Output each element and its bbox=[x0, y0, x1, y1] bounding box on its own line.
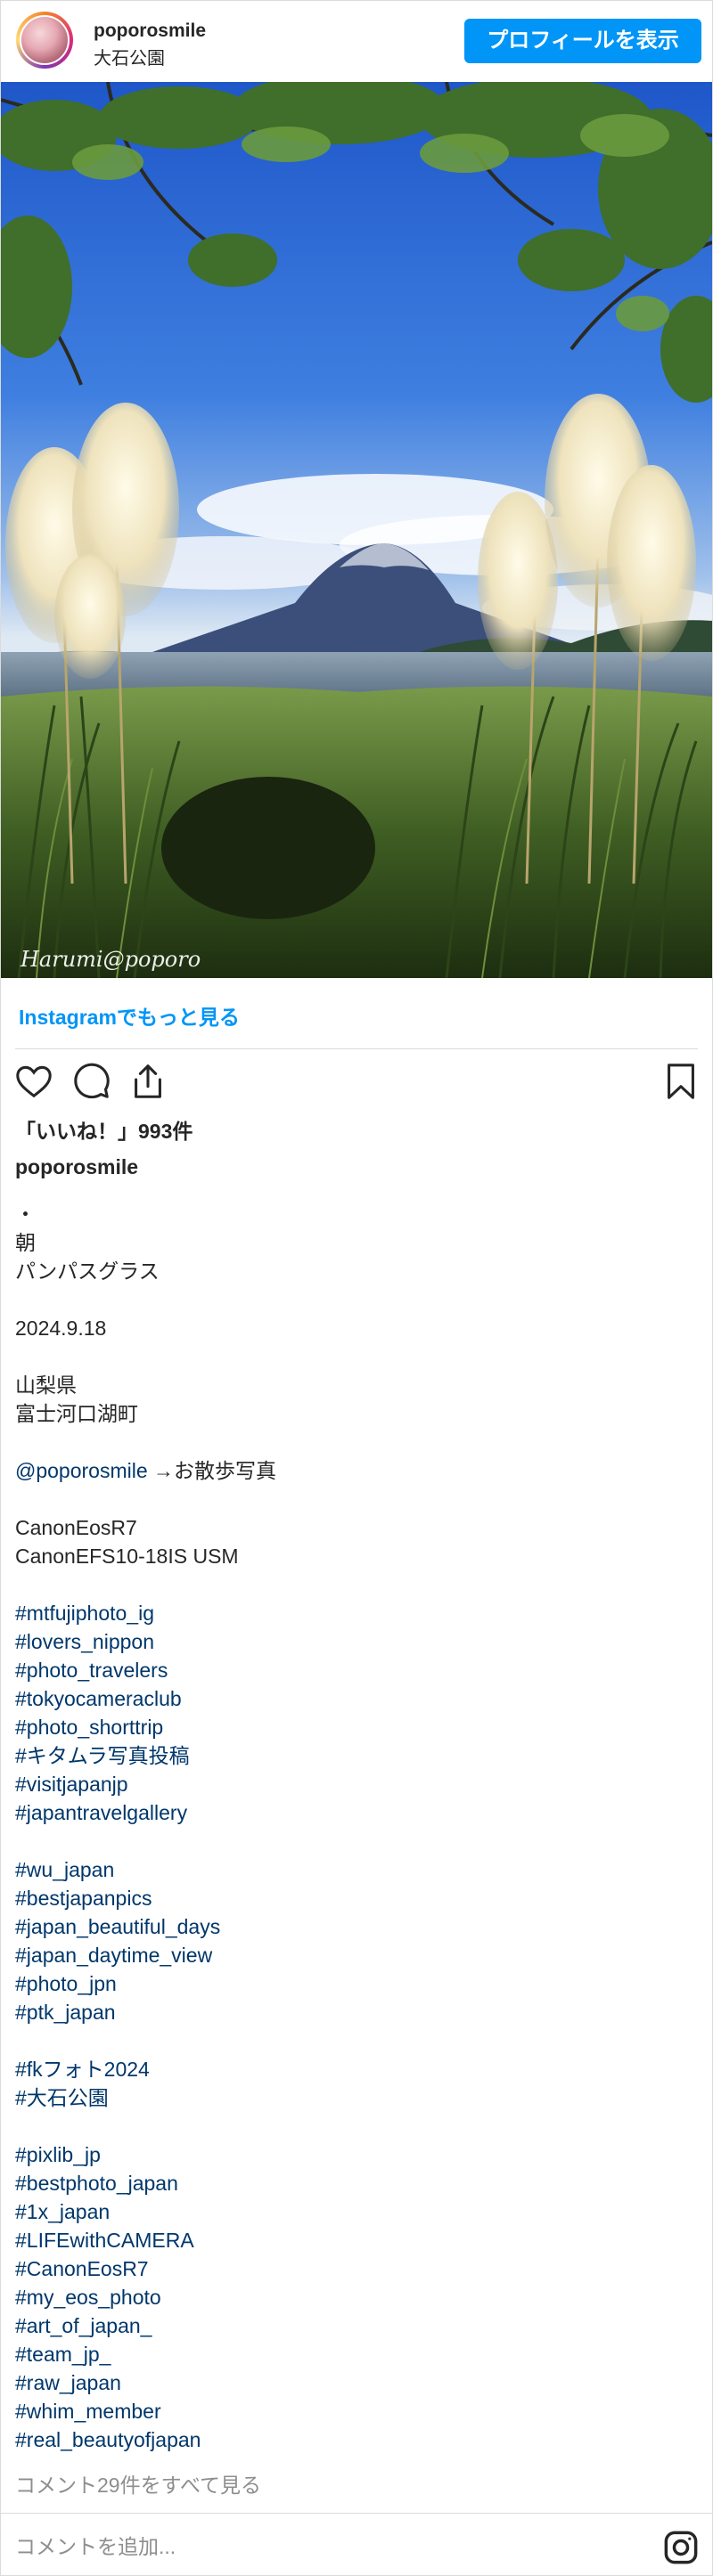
share-icon[interactable] bbox=[127, 1061, 168, 1102]
hashtag-link[interactable]: #team_jp_ bbox=[15, 2340, 693, 2368]
divider bbox=[1, 2513, 712, 2514]
hashtag-link[interactable]: #photo_jpn bbox=[15, 1969, 693, 1998]
instagram-embed-card: poporosmile 大石公園 プロフィールを表示 Harumi@poporo… bbox=[0, 0, 713, 2576]
bookmark-icon[interactable] bbox=[660, 1061, 701, 1102]
hashtag-link[interactable]: #LIFEwithCAMERA bbox=[15, 2226, 693, 2254]
post-header: poporosmile 大石公園 プロフィールを表示 bbox=[1, 1, 712, 81]
see-more-on-instagram-link[interactable]: Instagramでもっと見る bbox=[19, 1000, 240, 1031]
hashtag-link[interactable]: #real_beautyofjapan bbox=[15, 2425, 693, 2454]
instagram-logo-icon[interactable] bbox=[662, 2529, 700, 2566]
hashtag-link[interactable]: #lovers_nippon bbox=[15, 1627, 693, 1656]
hashtag-link[interactable]: #mtfujiphoto_ig bbox=[15, 1599, 693, 1627]
divider bbox=[15, 1048, 698, 1049]
caption-line: CanonEFS10-18IS USM bbox=[15, 1545, 239, 1568]
caption-line: 富士河口湖町 bbox=[15, 1402, 138, 1425]
heart-icon[interactable] bbox=[13, 1061, 54, 1102]
caption-mention-line: @poporosmile →お散歩写真 bbox=[15, 1456, 693, 1485]
hashtag-link[interactable]: #photo_shorttrip bbox=[15, 1713, 693, 1741]
hashtag-link[interactable]: #photo_travelers bbox=[15, 1656, 693, 1684]
caption-line: CanonEosR7 bbox=[15, 1516, 137, 1539]
photo-watermark: Harumi@poporo bbox=[20, 947, 201, 972]
hashtag-link[interactable]: #fkフォト2024 bbox=[15, 2055, 693, 2083]
post-photo[interactable] bbox=[1, 82, 712, 978]
view-all-comments-link[interactable]: コメント29件をすべて見る bbox=[15, 2468, 261, 2499]
hashtag-link[interactable]: #ptk_japan bbox=[15, 1998, 693, 2026]
header-username[interactable]: poporosmile bbox=[94, 20, 206, 42]
photo-illustration bbox=[1, 82, 712, 978]
hashtag-link[interactable]: #art_of_japan_ bbox=[15, 2311, 693, 2340]
hashtag-link[interactable]: #my_eos_photo bbox=[15, 2283, 693, 2311]
caption-line: ・ bbox=[15, 1202, 36, 1226]
likes-count[interactable]: 「いいね！」993件 bbox=[15, 1114, 193, 1145]
avatar-image bbox=[20, 15, 70, 65]
hashtag-link[interactable]: #whim_member bbox=[15, 2397, 693, 2425]
mention-link[interactable]: @poporosmile bbox=[15, 1459, 148, 1482]
hashtag-link[interactable]: #キタムラ写真投稿 bbox=[15, 1741, 693, 1770]
mention-suffix: →お散歩写真 bbox=[147, 1459, 277, 1482]
hashtag-link[interactable]: #japan_daytime_view bbox=[15, 1941, 693, 1969]
caption-line: 2024.9.18 bbox=[15, 1317, 107, 1340]
hashtag-link[interactable]: #pixlib_jp bbox=[15, 2140, 693, 2169]
avatar[interactable] bbox=[16, 12, 73, 69]
hashtag-link[interactable]: #raw_japan bbox=[15, 2368, 693, 2397]
hashtag-link[interactable]: #bestjapanpics bbox=[15, 1884, 693, 1912]
comment-icon[interactable] bbox=[70, 1061, 111, 1102]
caption-line: パンパスグラス bbox=[15, 1259, 160, 1283]
caption-line: 朝 bbox=[15, 1231, 36, 1254]
hashtag-link[interactable]: #大石公園 bbox=[15, 2083, 693, 2112]
add-comment-input[interactable] bbox=[15, 2531, 639, 2563]
hashtag-link[interactable]: #tokyocameraclub bbox=[15, 1684, 693, 1713]
caption-line: 山梨県 bbox=[15, 1374, 77, 1397]
hashtag-link[interactable]: #japantravelgallery bbox=[15, 1798, 693, 1827]
hashtag-link[interactable]: #visitjapanjp bbox=[15, 1770, 693, 1798]
header-location[interactable]: 大石公園 bbox=[94, 44, 165, 69]
hashtag-link[interactable]: #japan_beautiful_days bbox=[15, 1912, 693, 1941]
hashtag-link[interactable]: #bestphoto_japan bbox=[15, 2169, 693, 2197]
caption-username[interactable]: poporosmile bbox=[15, 1155, 138, 1179]
view-profile-button[interactable]: プロフィールを表示 bbox=[464, 19, 701, 63]
caption-text: ・朝パンパスグラス 2024.9.18 山梨県富士河口湖町 @poporosmile … bbox=[15, 1200, 693, 2454]
hashtag-link[interactable]: #1x_japan bbox=[15, 2197, 693, 2226]
hashtag-link[interactable]: #wu_japan bbox=[15, 1855, 693, 1884]
hashtag-link[interactable]: #CanonEosR7 bbox=[15, 2254, 693, 2283]
